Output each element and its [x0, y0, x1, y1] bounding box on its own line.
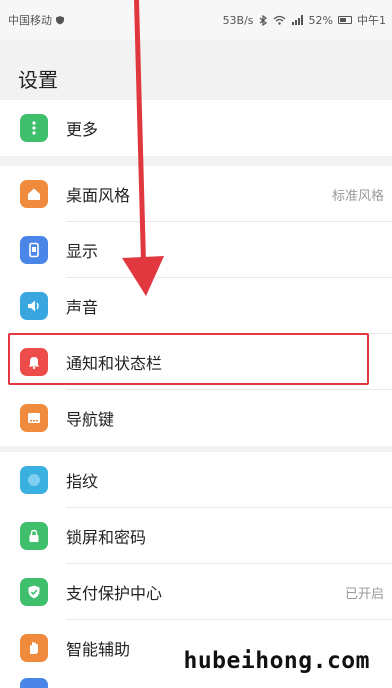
settings-item-lock-screen[interactable]: 锁屏和密码	[0, 508, 392, 564]
settings-item-label: 声音	[66, 298, 99, 317]
settings-item-label: 更多	[66, 120, 99, 139]
carrier-label: 中国移动	[8, 14, 52, 27]
shield-check-icon	[20, 578, 48, 606]
settings-item-sound[interactable]: 声音	[0, 278, 392, 334]
settings-item-label: 智能辅助	[66, 640, 131, 659]
highlight-annotation-box	[8, 333, 369, 385]
settings-item-value: 标准风格	[331, 188, 384, 204]
settings-item-label: 显示	[66, 242, 99, 261]
partial-icon	[20, 678, 48, 688]
status-bar: 中国移动 53B/s 52% 中午1	[0, 0, 392, 40]
watermark-text: hubeihong.com	[183, 648, 370, 674]
settings-item-more[interactable]: 更多	[0, 100, 392, 156]
settings-item-payment-protection[interactable]: 支付保护中心 已开启	[0, 564, 392, 620]
more-icon	[20, 114, 48, 142]
sound-icon	[20, 292, 48, 320]
battery-icon	[338, 16, 352, 24]
lock-icon	[20, 522, 48, 550]
settings-item-desktop-style[interactable]: 桌面风格 标准风格	[0, 166, 392, 222]
wifi-icon	[273, 15, 285, 25]
status-right: 53B/s 52% 中午1	[223, 12, 386, 28]
status-left: 中国移动	[8, 12, 65, 28]
settings-item-label: 指纹	[66, 472, 99, 491]
settings-item-partial	[0, 676, 392, 688]
settings-item-display[interactable]: 显示	[0, 222, 392, 278]
settings-item-label: 导航键	[66, 410, 115, 429]
settings-item-label: 桌面风格	[66, 186, 131, 205]
settings-item-label: 支付保护中心	[66, 584, 163, 603]
page-title: 设置	[18, 68, 58, 92]
settings-item-label: 锁屏和密码	[66, 528, 147, 547]
settings-item-value: 已开启	[344, 586, 384, 602]
signal-icon	[291, 15, 303, 25]
battery-percent: 52%	[308, 13, 333, 27]
shield-small-icon	[56, 16, 64, 25]
settings-group-1: 更多	[0, 100, 392, 156]
clock: 中午1	[357, 14, 386, 27]
bluetooth-icon	[259, 14, 267, 26]
settings-item-fingerprint[interactable]: 指纹	[0, 452, 392, 508]
navigation-key-icon	[20, 404, 48, 432]
fingerprint-icon	[20, 466, 48, 494]
settings-item-navigation-keys[interactable]: 导航键	[0, 390, 392, 446]
display-icon	[20, 236, 48, 264]
home-icon	[20, 180, 48, 208]
hand-icon	[20, 634, 48, 662]
settings-group-2: 桌面风格 标准风格 显示 声音 通知和状态栏 导航键	[0, 166, 392, 446]
network-speed: 53B/s	[222, 13, 254, 27]
